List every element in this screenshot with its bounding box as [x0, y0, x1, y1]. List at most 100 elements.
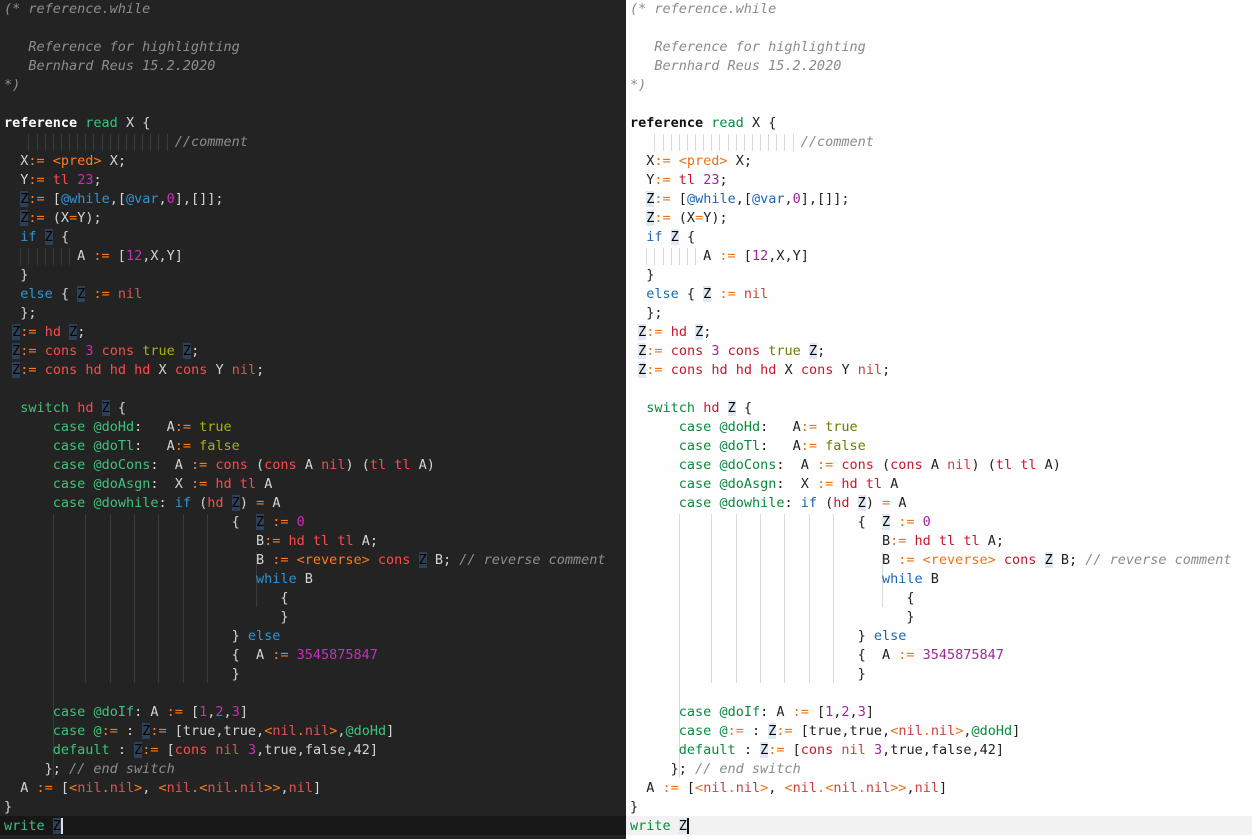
- code-content[interactable]: (* reference.while Reference for highlig…: [4, 0, 606, 836]
- code-line[interactable]: if Z {: [630, 228, 1232, 247]
- control-keyword-token: else: [873, 628, 907, 644]
- code-line[interactable]: A := [12,X,Y]: [630, 247, 1232, 266]
- code-line[interactable]: B := <reverse> cons Z B; // reverse comm…: [4, 551, 606, 570]
- code-line[interactable]: B:= hd tl tl A;: [4, 532, 606, 551]
- code-line[interactable]: [630, 684, 1232, 703]
- code-line[interactable]: case @doCons: A := cons (cons A nil) (tl…: [630, 456, 1232, 475]
- code-line[interactable]: Bernhard Reus 15.2.2020: [630, 57, 1232, 76]
- nil-token: nil: [77, 780, 102, 796]
- dark-theme-editor[interactable]: (* reference.while Reference for highlig…: [0, 0, 626, 839]
- nil-token: nil: [207, 780, 232, 796]
- code-line[interactable]: }: [630, 798, 1232, 817]
- code-line[interactable]: }: [4, 608, 606, 627]
- code-line[interactable]: } else: [630, 627, 1232, 646]
- code-line[interactable]: };: [4, 304, 606, 323]
- code-line[interactable]: Bernhard Reus 15.2.2020: [4, 57, 606, 76]
- code-line[interactable]: case @:= : Z:= [true,true,<nil.nil>,@doH…: [4, 722, 606, 741]
- code-line[interactable]: (* reference.while: [630, 0, 1232, 19]
- code-line[interactable]: switch hd Z {: [4, 399, 606, 418]
- code-line[interactable]: reference read X {: [630, 114, 1232, 133]
- code-line[interactable]: {: [630, 589, 1232, 608]
- code-line[interactable]: }; // end switch: [630, 760, 1232, 779]
- code-line[interactable]: Z:= cons hd hd hd X cons Y nil;: [630, 361, 1232, 380]
- code-content[interactable]: (* reference.while Reference for highlig…: [630, 0, 1232, 836]
- code-line[interactable]: case @dowhile: if (hd Z) = A: [630, 494, 1232, 513]
- code-line[interactable]: Reference for highlighting: [630, 38, 1232, 57]
- code-line[interactable]: Z:= (X=Y);: [630, 209, 1232, 228]
- code-line[interactable]: [630, 95, 1232, 114]
- code-line[interactable]: A := [<nil.nil>, <nil.<nil.nil>>,nil]: [630, 779, 1232, 798]
- code-line[interactable]: //comment: [630, 133, 1232, 152]
- code-line[interactable]: else { Z := nil: [4, 285, 606, 304]
- code-line[interactable]: { Z := 0: [630, 513, 1232, 532]
- code-line[interactable]: Z:= cons hd hd hd X cons Y nil;: [4, 361, 606, 380]
- code-line[interactable]: [630, 19, 1232, 38]
- code-line[interactable]: default : Z:= [cons nil 3,true,false,42]: [4, 741, 606, 760]
- code-line[interactable]: B := <reverse> cons Z B; // reverse comm…: [630, 551, 1232, 570]
- code-line[interactable]: *): [630, 76, 1232, 95]
- code-line[interactable]: };: [630, 304, 1232, 323]
- code-line[interactable]: }: [630, 266, 1232, 285]
- code-line[interactable]: *): [4, 76, 606, 95]
- code-line[interactable]: B:= hd tl tl A;: [630, 532, 1232, 551]
- code-line[interactable]: } else: [4, 627, 606, 646]
- code-line[interactable]: }: [630, 665, 1232, 684]
- code-line[interactable]: Z:= cons 3 cons true Z;: [4, 342, 606, 361]
- code-line[interactable]: [4, 380, 606, 399]
- code-line[interactable]: case @doTl: A:= false: [630, 437, 1232, 456]
- code-line[interactable]: { A := 3545875847: [4, 646, 606, 665]
- code-line[interactable]: { A := 3545875847: [630, 646, 1232, 665]
- builtin-token: cons: [174, 742, 208, 758]
- code-line[interactable]: reference read X {: [4, 114, 606, 133]
- code-line[interactable]: case @doHd: A:= true: [4, 418, 606, 437]
- code-line[interactable]: case @dowhile: if (hd Z) = A: [4, 494, 606, 513]
- code-line[interactable]: Z:= [@while,[@var,0],[]];: [630, 190, 1232, 209]
- code-line[interactable]: X:= <pred> X;: [4, 152, 606, 171]
- code-line[interactable]: }: [630, 608, 1232, 627]
- code-line[interactable]: Reference for highlighting: [4, 38, 606, 57]
- code-line[interactable]: }; // end switch: [4, 760, 606, 779]
- code-line[interactable]: switch hd Z {: [630, 399, 1232, 418]
- code-line[interactable]: while B: [630, 570, 1232, 589]
- code-line[interactable]: Z:= cons 3 cons true Z;: [630, 342, 1232, 361]
- code-line[interactable]: if Z {: [4, 228, 606, 247]
- code-line[interactable]: Z:= hd Z;: [630, 323, 1232, 342]
- code-line[interactable]: default : Z:= [cons nil 3,true,false,42]: [630, 741, 1232, 760]
- code-line[interactable]: [630, 380, 1232, 399]
- code-line[interactable]: [4, 19, 606, 38]
- code-line[interactable]: Y:= tl 23;: [4, 171, 606, 190]
- code-line[interactable]: {: [4, 589, 606, 608]
- code-line[interactable]: //comment: [4, 133, 606, 152]
- code-line[interactable]: { Z := 0: [4, 513, 606, 532]
- code-line[interactable]: (* reference.while: [4, 0, 606, 19]
- light-theme-editor[interactable]: (* reference.while Reference for highlig…: [626, 0, 1252, 839]
- code-line[interactable]: write Z: [630, 817, 1232, 836]
- code-line[interactable]: case @doAsgn: X := hd tl A: [630, 475, 1232, 494]
- code-line[interactable]: while B: [4, 570, 606, 589]
- code-line[interactable]: case @doHd: A:= true: [630, 418, 1232, 437]
- code-line[interactable]: A := [12,X,Y]: [4, 247, 606, 266]
- code-line[interactable]: X:= <pred> X;: [630, 152, 1232, 171]
- code-line[interactable]: }: [4, 665, 606, 684]
- code-line[interactable]: }: [4, 266, 606, 285]
- operator-token: .: [817, 780, 826, 796]
- code-line[interactable]: Z:= (X=Y);: [4, 209, 606, 228]
- code-line[interactable]: }: [4, 798, 606, 817]
- code-line[interactable]: case @doIf: A := [1,2,3]: [4, 703, 606, 722]
- code-line[interactable]: Z:= [@while,[@var,0],[]];: [4, 190, 606, 209]
- builtin-token: hd: [215, 476, 232, 492]
- code-line[interactable]: case @doAsgn: X := hd tl A: [4, 475, 606, 494]
- code-line[interactable]: case @doIf: A := [1,2,3]: [630, 703, 1232, 722]
- code-line[interactable]: case @:= : Z:= [true,true,<nil.nil>,@doH…: [630, 722, 1232, 741]
- code-line[interactable]: A := [<nil.nil>, <nil.<nil.nil>>,nil]: [4, 779, 606, 798]
- code-line[interactable]: case @doTl: A:= false: [4, 437, 606, 456]
- code-line[interactable]: [4, 95, 606, 114]
- code-token: ,: [280, 780, 289, 796]
- code-line[interactable]: Y:= tl 23;: [630, 171, 1232, 190]
- code-line[interactable]: Z:= hd Z;: [4, 323, 606, 342]
- code-line[interactable]: write Z: [4, 817, 606, 836]
- code-line[interactable]: [4, 684, 606, 703]
- code-line[interactable]: case @doCons: A := cons (cons A nil) (tl…: [4, 456, 606, 475]
- code-line[interactable]: else { Z := nil: [630, 285, 1232, 304]
